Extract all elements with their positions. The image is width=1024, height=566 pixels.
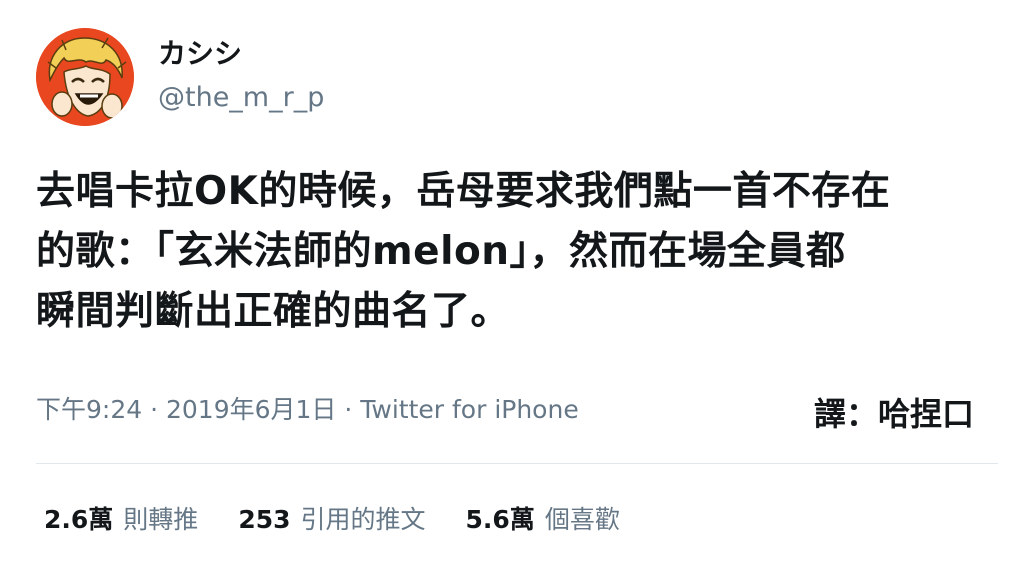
retweet-label: 則轉推	[123, 505, 199, 534]
tweet-card: カシシ @the_m_r_p 去唱卡拉OK的時候，岳母要求我們點一首不存在 的歌…	[0, 0, 1024, 566]
like-count: 5.6萬	[465, 505, 535, 534]
quote-label: 引用的推文	[300, 505, 426, 534]
like-stat[interactable]: 5.6萬 個喜歡	[466, 500, 620, 540]
tweet-timestamp[interactable]: 下午9:24 · 2019年6月1日 · Twitter for iPhone	[36, 392, 579, 428]
quote-count: 253	[238, 505, 291, 534]
translator-note: 譯：哈捏口	[813, 395, 974, 433]
tweet-stats: 2.6萬 則轉推 253 引用的推文 5.6萬 個喜歡	[44, 500, 660, 540]
retweet-count: 2.6萬	[44, 505, 114, 534]
like-label: 個喜歡	[544, 505, 620, 534]
divider	[36, 463, 998, 464]
user-handle[interactable]: @the_m_r_p	[158, 80, 324, 116]
display-name[interactable]: カシシ	[158, 36, 242, 72]
anime-character-avatar-icon	[36, 28, 134, 126]
retweet-stat[interactable]: 2.6萬 則轉推	[44, 500, 198, 540]
quote-stat[interactable]: 253 引用的推文	[238, 500, 425, 540]
tweet-text: 去唱卡拉OK的時候，岳母要求我們點一首不存在 的歌：「玄米法師的melon」，然…	[36, 169, 891, 334]
avatar[interactable]	[36, 28, 134, 126]
